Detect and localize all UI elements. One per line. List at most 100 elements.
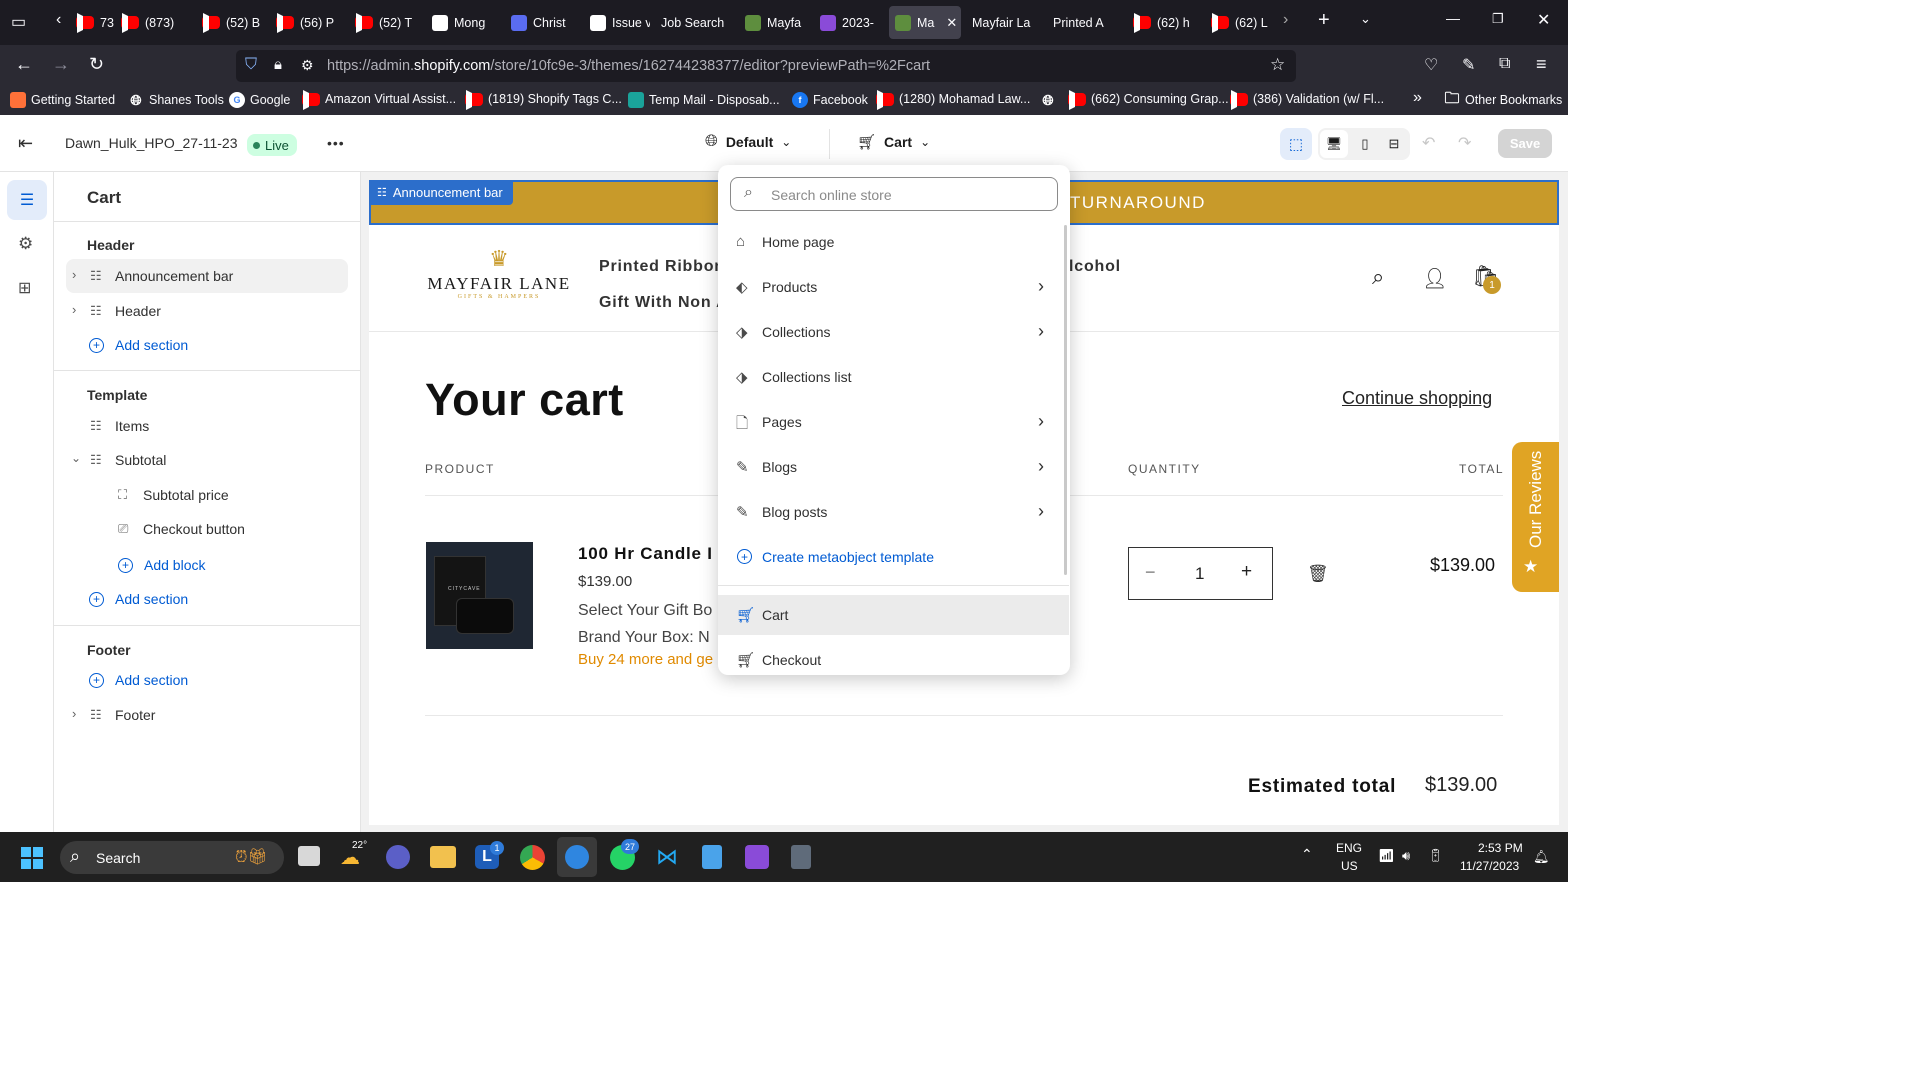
dropdown-item-cart[interactable]: 🛒︎ Cart [718,595,1069,635]
browser-tab[interactable]: Mayfair La [966,6,1042,39]
browser-tab[interactable]: (56) P [270,6,344,39]
quantity-value[interactable]: 1 [1195,564,1204,584]
dropdown-item[interactable]: 🗋︎ Pages › [718,402,1069,442]
close-window-icon[interactable]: ✕ [1537,10,1550,30]
apps-icon[interactable]: ⊞ [18,278,31,298]
chevron-right-icon[interactable]: › [1038,321,1044,342]
browser-tab[interactable]: Printed A [1047,6,1123,39]
bookmark-item[interactable]: Amazon Virtual Assist... [302,92,456,106]
sections-icon[interactable]: ☰ [7,180,47,220]
chevron-right-icon[interactable]: › [72,706,76,721]
chevron-right-icon[interactable]: › [72,302,76,317]
create-metaobject-template-button[interactable]: + Create metaobject template [718,537,1069,577]
more-bookmarks-icon[interactable]: » [1413,89,1422,107]
permissions-icon[interactable]: ⚙︎ [301,57,314,74]
restore-icon[interactable]: ❐ [1492,11,1504,27]
bookmark-item[interactable]: (1280) Mohamad Law... [876,92,1030,106]
fullscreen-view-icon[interactable]: ⊟ [1380,130,1408,158]
browser-tab[interactable]: 2023- [814,6,886,39]
browser-tab[interactable]: (873) [115,6,193,39]
bookmark-item[interactable]: 🌐︎ Shanes Tools [128,92,223,108]
browser-tab[interactable]: (62) h [1127,6,1199,39]
taskbar-search-box[interactable]: ⌕ Search ⏰︎🎁︎ [60,841,284,874]
pocket-icon[interactable]: ♡ [1424,55,1438,75]
dropdown-item[interactable]: ⬖ Products › [718,267,1069,307]
sidebar-item-header[interactable]: › ☷ Header [66,294,348,328]
plus-icon[interactable]: + [1241,561,1252,583]
browser-tab[interactable]: Ma ✕ [889,6,961,39]
close-tab-icon[interactable]: ✕ [946,15,957,31]
bookmark-item[interactable]: (662) Consuming Grap... [1068,92,1229,106]
show-hidden-icons-icon[interactable]: ⌃ [1301,846,1313,863]
chrome-icon[interactable] [520,845,545,870]
lock-icon[interactable]: 🔒︎ [274,56,282,73]
minus-icon[interactable]: − [1145,562,1156,583]
chevron-right-icon[interactable]: › [1038,501,1044,522]
extensions-icon[interactable]: ⧉ [1499,55,1510,73]
bookmark-item[interactable]: 🗀︎ Other Bookmarks [1444,90,1562,108]
nav-link-alcohol[interactable]: lcohol [1069,258,1121,276]
forward-icon[interactable]: → [52,54,70,75]
firefox-active-slot[interactable] [557,837,597,877]
bookmark-item[interactable]: Temp Mail - Disposab... [628,92,780,108]
browser-tab[interactable]: (52) T [349,6,421,39]
product-image[interactable]: CITYCAVE [426,542,533,649]
chevron-right-icon[interactable]: › [1038,276,1044,297]
chevron-right-icon[interactable]: › [72,267,76,282]
more-actions-button[interactable]: ••• [327,135,345,151]
browser-tab[interactable]: Mong [426,6,500,39]
account-icon[interactable]: 👤︎ [1422,266,1447,291]
sidebar-item-footer[interactable]: › ☷ Footer [66,698,348,732]
save-button[interactable]: Save [1498,129,1552,158]
dropdown-item[interactable]: ✎ Blog posts › [718,492,1069,532]
list-tabs-icon[interactable]: ⌄ [1360,11,1371,27]
reload-icon[interactable]: ↻ [89,54,104,75]
task-view-icon[interactable] [298,846,320,866]
firefox-view-icon[interactable]: ▭ [11,12,26,32]
chat-icon[interactable] [386,845,410,869]
dropdown-item[interactable]: ⬗ Collections › [718,312,1069,352]
url-bar[interactable]: ⛉ 🔒︎ ⚙︎ https://admin.shopify.com/store/… [236,50,1296,82]
windows-start-icon[interactable] [21,847,43,869]
store-logo[interactable]: ♛ MAYFAIR LANE GIFTS & HAMPERS [427,248,571,301]
undo-icon[interactable]: ↶ [1422,133,1435,153]
search-icon[interactable]: ⌕ [1372,264,1384,290]
language-indicator[interactable]: ENG [1336,841,1362,855]
exit-icon[interactable]: ⇤ [18,133,33,154]
browser-tab[interactable]: Mayfa [739,6,809,39]
inspector-toggle-icon[interactable]: ⬚ [1280,128,1312,160]
template-selector[interactable]: 🛒︎ Cart ⌄ [857,133,930,151]
file-explorer-icon[interactable] [430,846,456,868]
dropdown-item-checkout[interactable]: 🛒︎ Checkout [718,640,1069,675]
search-online-store-input[interactable]: ⌕ Search online store [730,177,1058,211]
sidebar-item-announcement-bar[interactable]: › ☷ Announcement bar [66,259,348,293]
sidebar-block-subtotal-price[interactable]: ⛶ Subtotal price [94,478,348,512]
volume-icon[interactable]: 🔊︎ [1402,848,1410,864]
bookmark-item[interactable]: Getting Started [10,92,115,108]
continue-shopping-link[interactable]: Continue shopping [1342,388,1492,409]
bookmark-star-icon[interactable]: ☆ [1270,55,1285,75]
bookmark-item[interactable]: G Google [229,92,290,108]
desktop-view-icon[interactable]: 🖥︎ [1320,130,1348,158]
tab-scroll-right-icon[interactable]: › [1283,11,1288,29]
sidebar-block-checkout-button[interactable]: ⎚ Checkout button [94,512,348,546]
bookmark-item[interactable]: (386) Validation (w/ Fl... [1230,92,1384,106]
trash-icon[interactable]: 🗑︎ [1307,564,1329,584]
browser-tab[interactable]: 73) [70,6,114,39]
product-name-link[interactable]: 100 Hr Candle I [578,544,713,564]
chevron-down-icon[interactable]: ⌄ [71,451,81,465]
bookmark-item[interactable]: f Facebook [792,92,868,108]
quantity-stepper[interactable]: − 1 + [1128,547,1273,600]
nav-link-printed-ribbon[interactable]: Printed Ribbon [599,258,725,276]
wifi-icon[interactable]: 📶︎ [1378,848,1395,864]
back-icon[interactable]: ← [15,54,33,75]
sidebar-item-items[interactable]: ☷ Items [66,409,348,443]
settings-gear-icon[interactable]: ⚙︎ [18,234,33,254]
clock-time[interactable]: 2:53 PM [1478,841,1523,855]
add-section-button-footer[interactable]: + Add section [89,672,188,688]
browser-tab[interactable]: Christ [505,6,579,39]
browser-tab[interactable]: (62) L [1205,6,1277,39]
dropdown-item[interactable]: ⬗ Collections list [718,357,1069,397]
menu-icon[interactable]: ≡ [1536,54,1547,75]
bookmark-item[interactable]: (1819) Shopify Tags C... [465,92,622,106]
